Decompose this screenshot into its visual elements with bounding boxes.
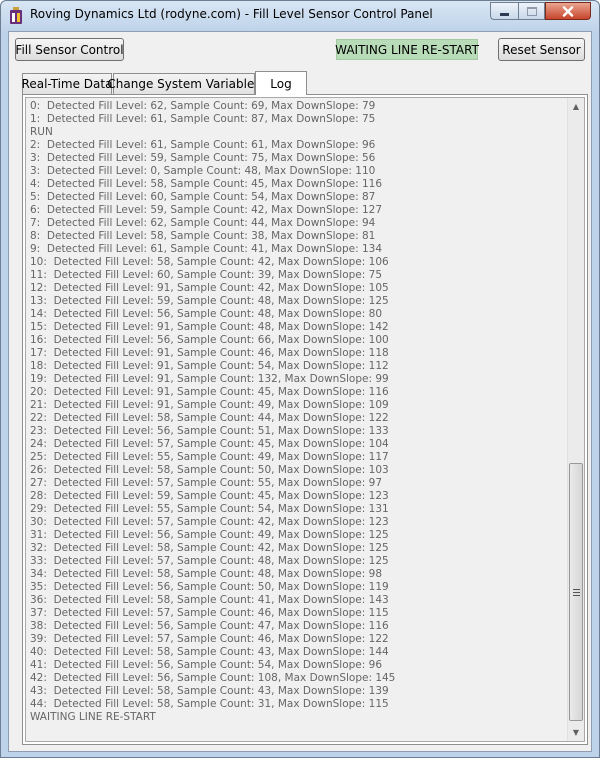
title-bar[interactable]: Roving Dynamics Ltd (rodyne.com) - Fill … (1, 1, 599, 31)
log-line: WAITING LINE RE-START (30, 711, 156, 723)
log-line: 2: Detected Fill Level: 61, Sample Count… (30, 139, 376, 151)
log-line: 16: Detected Fill Level: 56, Sample Coun… (30, 334, 389, 346)
log-line: 8: Detected Fill Level: 58, Sample Count… (30, 230, 376, 242)
log-line: 22: Detected Fill Level: 58, Sample Coun… (30, 412, 389, 424)
log-line: 4: Detected Fill Level: 58, Sample Count… (30, 178, 383, 190)
scroll-down-button[interactable]: ▼ (568, 724, 584, 741)
log-line: 26: Detected Fill Level: 58, Sample Coun… (30, 464, 389, 476)
log-line: 1: Detected Fill Level: 61, Sample Count… (30, 113, 376, 125)
log-line: 18: Detected Fill Level: 91, Sample Coun… (30, 360, 389, 372)
log-line: 14: Detected Fill Level: 56, Sample Coun… (30, 308, 383, 320)
log-line: 9: Detected Fill Level: 61, Sample Count… (30, 243, 383, 255)
log-line: 30: Detected Fill Level: 57, Sample Coun… (30, 516, 389, 528)
log-line: 34: Detected Fill Level: 58, Sample Coun… (30, 568, 383, 580)
log-line: 5: Detected Fill Level: 60, Sample Count… (30, 191, 376, 203)
log-line: 13: Detected Fill Level: 59, Sample Coun… (30, 295, 389, 307)
log-line: 0: Detected Fill Level: 62, Sample Count… (30, 100, 376, 112)
log-line: 12: Detected Fill Level: 91, Sample Coun… (30, 282, 389, 294)
maximize-icon (526, 6, 537, 16)
app-window: Roving Dynamics Ltd (rodyne.com) - Fill … (0, 0, 600, 758)
grip-icon (572, 588, 580, 596)
log-line: 23: Detected Fill Level: 56, Sample Coun… (30, 425, 389, 437)
log-line: 41: Detected Fill Level: 56, Sample Coun… (30, 659, 383, 671)
fill-sensor-control-button[interactable]: Fill Sensor Control (15, 38, 124, 61)
log-line: 36: Detected Fill Level: 58, Sample Coun… (30, 594, 389, 606)
log-line: 33: Detected Fill Level: 57, Sample Coun… (30, 555, 389, 567)
tab-log[interactable]: Log (255, 71, 307, 95)
log-line: 17: Detected Fill Level: 91, Sample Coun… (30, 347, 389, 359)
log-line: 37: Detected Fill Level: 57, Sample Coun… (30, 607, 389, 619)
log-line: 35: Detected Fill Level: 56, Sample Coun… (30, 581, 389, 593)
log-tab-panel: 0: Detected Fill Level: 62, Sample Count… (22, 94, 588, 745)
log-line: 19: Detected Fill Level: 91, Sample Coun… (30, 373, 389, 385)
minimize-icon (500, 12, 509, 16)
log-line: 25: Detected Fill Level: 55, Sample Coun… (30, 451, 389, 463)
log-line: 42: Detected Fill Level: 56, Sample Coun… (30, 672, 396, 684)
maximize-button[interactable] (518, 2, 545, 20)
tab-change-system-variables[interactable]: Change System Variables (107, 73, 261, 94)
window-title: Roving Dynamics Ltd (rodyne.com) - Fill … (30, 7, 433, 21)
log-line: 3: Detected Fill Level: 0, Sample Count:… (30, 165, 376, 177)
log-line: 29: Detected Fill Level: 55, Sample Coun… (30, 503, 389, 515)
log-lines: 0: Detected Fill Level: 62, Sample Count… (30, 100, 560, 724)
log-line: 39: Detected Fill Level: 57, Sample Coun… (30, 633, 389, 645)
close-icon (562, 5, 574, 17)
log-line: 27: Detected Fill Level: 57, Sample Coun… (30, 477, 383, 489)
log-line: 31: Detected Fill Level: 56, Sample Coun… (30, 529, 389, 541)
log-line: 32: Detected Fill Level: 58, Sample Coun… (30, 542, 389, 554)
log-line: 15: Detected Fill Level: 91, Sample Coun… (30, 321, 389, 333)
log-line: 40: Detected Fill Level: 58, Sample Coun… (30, 646, 389, 658)
log-line: 38: Detected Fill Level: 56, Sample Coun… (30, 620, 389, 632)
log-listbox[interactable]: 0: Detected Fill Level: 62, Sample Count… (25, 97, 585, 742)
scroll-down-arrow-icon: ▼ (572, 728, 580, 737)
scrollbar-thumb[interactable] (569, 463, 583, 721)
log-line: 10: Detected Fill Level: 58, Sample Coun… (30, 256, 389, 268)
close-button[interactable] (545, 2, 591, 20)
vertical-scrollbar[interactable]: ▲ ▼ (567, 98, 584, 741)
log-line: 20: Detected Fill Level: 91, Sample Coun… (30, 386, 389, 398)
log-line: RUN (30, 126, 53, 138)
client-area: Fill Sensor Control WAITING LINE RE-STAR… (8, 31, 592, 752)
log-line: 28: Detected Fill Level: 59, Sample Coun… (30, 490, 389, 502)
status-indicator: WAITING LINE RE-START (335, 39, 479, 60)
minimize-button[interactable] (490, 2, 518, 20)
log-line: 7: Detected Fill Level: 62, Sample Count… (30, 217, 376, 229)
log-line: 21: Detected Fill Level: 91, Sample Coun… (30, 399, 389, 411)
log-line: 24: Detected Fill Level: 57, Sample Coun… (30, 438, 389, 450)
app-logo-icon (10, 7, 22, 24)
log-line: 44: Detected Fill Level: 58, Sample Coun… (30, 698, 389, 710)
log-line: 6: Detected Fill Level: 59, Sample Count… (30, 204, 383, 216)
log-line: 43: Detected Fill Level: 58, Sample Coun… (30, 685, 389, 697)
reset-sensor-button[interactable]: Reset Sensor (498, 38, 585, 61)
scroll-up-button[interactable]: ▲ (568, 98, 584, 115)
tab-real-time-data[interactable]: Real-Time Data (22, 73, 112, 94)
log-line: 11: Detected Fill Level: 60, Sample Coun… (30, 269, 383, 281)
log-line: 3: Detected Fill Level: 59, Sample Count… (30, 152, 376, 164)
scroll-up-arrow-icon: ▲ (572, 102, 580, 111)
